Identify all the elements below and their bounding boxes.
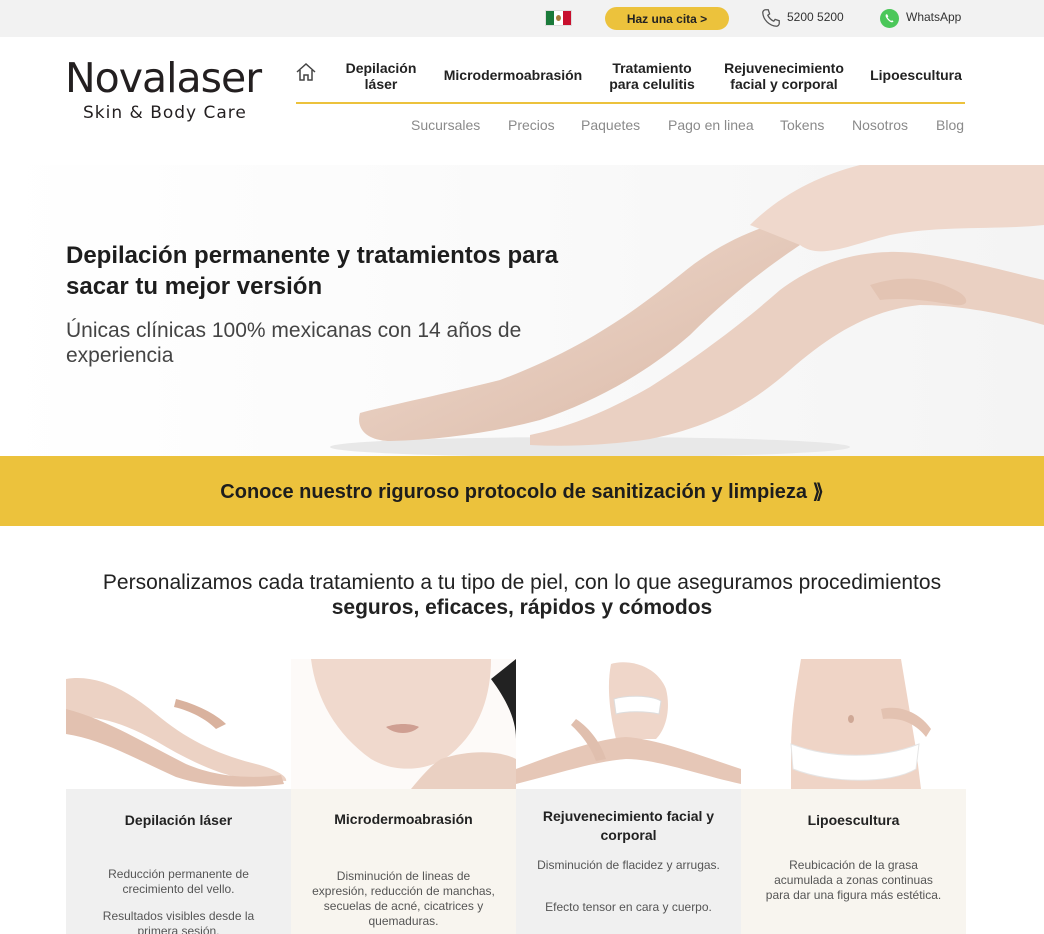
service-card-body: Rejuvenecimiento facial y corporal Dismi… — [516, 789, 741, 934]
service-description: Disminución de flacidez y arrugas. — [537, 858, 720, 872]
service-card-body: Microdermoabrasión Disminución de lineas… — [291, 789, 516, 934]
service-title: Depilación láser — [124, 812, 233, 828]
mexico-flag-icon[interactable] — [545, 10, 572, 26]
brand-name: Novalaser — [65, 54, 262, 102]
service-card-body: Depilación láser Reducción permanente de… — [66, 789, 291, 934]
subnav-tokens[interactable]: Tokens — [780, 117, 824, 133]
nav-tratamiento-celulitis[interactable]: Tratamiento para celulitis — [600, 60, 704, 92]
service-card-body: Lipoescultura Reubicación de la grasa ac… — [741, 789, 966, 934]
phone-number[interactable]: 5200 5200 — [787, 10, 844, 24]
subnav-paquetes[interactable]: Paquetes — [581, 117, 640, 133]
service-description-2: Resultados visibles desde la primera ses… — [102, 909, 255, 934]
sanitization-banner[interactable]: Conoce nuestro riguroso protocolo de san… — [0, 456, 1044, 526]
home-icon[interactable] — [295, 62, 317, 82]
subnav-nosotros[interactable]: Nosotros — [852, 117, 908, 133]
hero-section: Depilación permanente y tratamientos par… — [0, 165, 1044, 456]
service-description: Reubicación de la grasa acumulada a zona… — [765, 858, 942, 902]
intro-text-regular: Personalizamos cada tratamiento a tu tip… — [102, 571, 942, 594]
nav-divider — [296, 102, 965, 104]
book-appointment-button[interactable]: Haz una cita > — [605, 7, 729, 30]
service-card-rejuvenecimiento[interactable]: Rejuvenecimiento facial y corporal Dismi… — [516, 659, 741, 934]
phone-icon[interactable] — [760, 7, 782, 29]
service-image — [291, 659, 516, 789]
brand-tagline: Skin & Body Care — [83, 103, 247, 123]
service-title: Lipoescultura — [807, 812, 900, 828]
service-description: Disminución de lineas de expresión, redu… — [312, 869, 495, 928]
subnav-precios[interactable]: Precios — [508, 117, 555, 133]
brand-logo[interactable]: Novalaser Skin & Body Care — [65, 55, 275, 130]
service-image — [741, 659, 966, 789]
whatsapp-icon[interactable] — [880, 9, 899, 28]
whatsapp-link[interactable]: WhatsApp — [906, 10, 961, 24]
service-title: Rejuvenecimiento facial y corporal — [542, 808, 715, 843]
top-bar: Haz una cita > 5200 5200 WhatsApp — [0, 0, 1044, 37]
nav-depilacion-laser[interactable]: Depilación láser — [338, 60, 424, 92]
service-card-depilacion[interactable]: Depilación láser Reducción permanente de… — [66, 659, 291, 934]
service-description: Reducción permanente de crecimiento del … — [108, 867, 249, 896]
subnav-blog[interactable]: Blog — [936, 117, 964, 133]
subnav-pago-en-linea[interactable]: Pago en linea — [668, 117, 754, 133]
nav-microdermoabrasion[interactable]: Microdermoabrasión — [440, 67, 586, 83]
hero-legs-image — [330, 165, 1044, 456]
service-description-2: Efecto tensor en cara y cuerpo. — [545, 900, 712, 914]
service-image — [66, 659, 291, 789]
service-card-lipoescultura[interactable]: Lipoescultura Reubicación de la grasa ac… — [741, 659, 966, 934]
intro-text: Personalizamos cada tratamiento a tu tip… — [60, 570, 984, 620]
nav-lipoescultura[interactable]: Lipoescultura — [866, 67, 966, 83]
hero-title: Depilación permanente y tratamientos par… — [66, 242, 559, 300]
service-card-microdermoabrasion[interactable]: Microdermoabrasión Disminución de lineas… — [291, 659, 516, 934]
nav-rejuvenecimiento[interactable]: Rejuvenecimiento facial y corporal — [718, 60, 850, 92]
subnav-sucursales[interactable]: Sucursales — [411, 117, 480, 133]
service-title: Microdermoabrasión — [334, 811, 473, 827]
intro-text-bold: seguros, eficaces, rápidos y cómodos — [331, 596, 713, 619]
hero-subtitle: Únicas clínicas 100% mexicanas con 14 añ… — [66, 319, 522, 367]
service-image — [516, 659, 741, 789]
